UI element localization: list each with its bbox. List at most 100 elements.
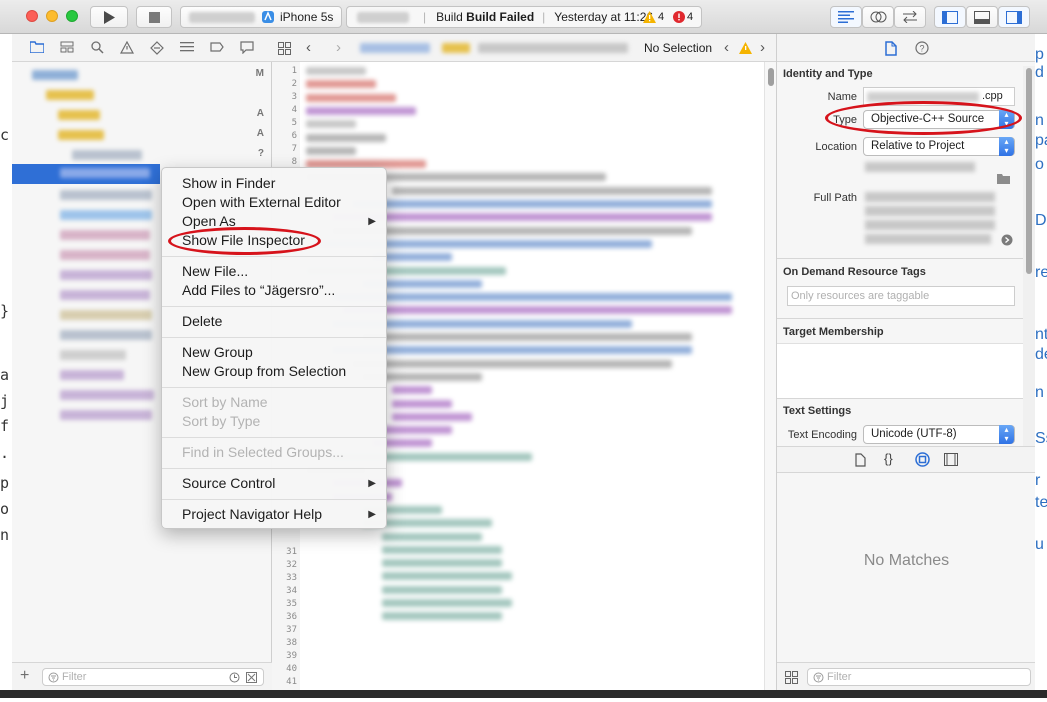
menu-separator: [162, 437, 386, 438]
menu-new-file[interactable]: New File...: [162, 262, 386, 281]
add-icon[interactable]: +: [20, 667, 29, 685]
scm-status-marker: ?: [257, 148, 264, 159]
scroll-thumb[interactable]: [1026, 68, 1032, 274]
code-line-redacted: [306, 80, 376, 89]
navigator-filter-field[interactable]: Filter: [42, 668, 264, 686]
minimize-window-button[interactable]: [46, 10, 58, 22]
previous-issue-icon[interactable]: ‹: [724, 39, 729, 56]
scroll-thumb[interactable]: [768, 68, 774, 86]
target-membership-list[interactable]: [777, 343, 1023, 399]
tree-row-file[interactable]: ?: [12, 146, 272, 164]
file-document-icon[interactable]: [885, 41, 897, 56]
editor-scrollbar[interactable]: [764, 62, 776, 690]
issue-warning-icon[interactable]: [119, 40, 135, 55]
bg-char: p: [1035, 46, 1044, 63]
menu-open-external-editor[interactable]: Open with External Editor: [162, 193, 386, 212]
code-line-redacted: [382, 545, 502, 554]
background-window-left-edge: c } a j f . p o n: [0, 34, 12, 690]
breadcrumb-file-redacted[interactable]: [478, 43, 628, 53]
redacted-text: [58, 130, 104, 140]
help-icon[interactable]: ?: [915, 41, 929, 55]
breadcrumb-group-redacted[interactable]: [442, 43, 470, 53]
issue-warning-icon[interactable]: [739, 42, 752, 54]
redacted-text: [60, 290, 150, 300]
debug-list-icon[interactable]: [180, 41, 194, 55]
library-filter-field[interactable]: Filter: [807, 668, 1031, 686]
tree-row-group[interactable]: A: [12, 126, 272, 144]
line-number: 3: [291, 92, 297, 102]
bg-char: D: [1035, 212, 1047, 229]
related-items-icon[interactable]: [278, 42, 291, 55]
venn-icon: [870, 11, 886, 23]
breadcrumb-selection[interactable]: No Selection: [644, 41, 712, 55]
text-encoding-popup[interactable]: Unicode (UTF-8) ▴ ▾: [863, 425, 1015, 444]
version-editor-button[interactable]: [894, 6, 926, 28]
bg-char: r: [1035, 472, 1041, 489]
menu-add-files[interactable]: Add Files to “Jägersro”...: [162, 281, 386, 300]
toggle-debug-area-button[interactable]: [966, 6, 998, 28]
assistant-editor-button[interactable]: [862, 6, 894, 28]
name-label: Name: [827, 91, 857, 103]
file-template-icon[interactable]: [855, 453, 866, 467]
window-toolbar: iPhone 5s | Build Build Failed | Yesterd…: [0, 0, 1047, 34]
folder-icon[interactable]: [997, 174, 1010, 184]
media-library-icon[interactable]: [944, 453, 958, 466]
menu-delete[interactable]: Delete: [162, 312, 386, 331]
annotation-ring-show-file-inspector: [168, 227, 321, 255]
search-icon[interactable]: [90, 41, 104, 55]
editor-jump-bar: ‹ › No Selection ‹ ›: [272, 34, 776, 62]
stop-icon: [148, 11, 160, 23]
standard-editor-button[interactable]: [830, 6, 862, 28]
test-diamond-icon[interactable]: [150, 41, 164, 55]
menu-project-navigator-help[interactable]: Project Navigator Help ▶: [162, 505, 386, 524]
library-filter-bar: Filter: [777, 662, 1036, 690]
toggle-navigator-button[interactable]: [934, 6, 966, 28]
line-number: 31: [286, 547, 297, 557]
odr-tags-field[interactable]: Only resources are taggable: [787, 286, 1015, 306]
scheme-selector[interactable]: iPhone 5s: [180, 6, 342, 28]
inspector-scrollbar[interactable]: [1023, 66, 1035, 446]
report-bubble-icon[interactable]: [240, 41, 254, 55]
object-library-icon[interactable]: [915, 452, 930, 467]
stop-button[interactable]: [136, 6, 172, 28]
bg-char: te: [1035, 494, 1047, 511]
close-window-button[interactable]: [26, 10, 38, 22]
reveal-in-finder-icon[interactable]: [1001, 234, 1013, 246]
menu-source-control[interactable]: Source Control ▶: [162, 474, 386, 493]
folder-icon[interactable]: [29, 41, 45, 55]
menu-item-label: Find in Selected Groups...: [182, 444, 344, 460]
breadcrumb-project-redacted[interactable]: [360, 43, 430, 53]
line-number: 1: [291, 66, 297, 76]
recent-clock-icon[interactable]: [229, 672, 240, 683]
file-extension: .cpp: [982, 90, 1003, 102]
error-badge[interactable]: 4: [673, 11, 693, 23]
navigator-context-menu: Show in Finder Open with External Editor…: [161, 167, 387, 529]
menu-new-group[interactable]: New Group: [162, 343, 386, 362]
filter-icon: [813, 672, 824, 683]
tree-row-selected-file[interactable]: [12, 164, 160, 184]
run-button[interactable]: [90, 6, 128, 28]
line-number: 5: [291, 118, 297, 128]
menu-show-in-finder[interactable]: Show in Finder: [162, 174, 386, 193]
tree-row-project[interactable]: M: [12, 66, 272, 84]
next-issue-icon[interactable]: ›: [760, 39, 765, 56]
menu-separator: [162, 306, 386, 307]
code-snippet-icon[interactable]: {}: [884, 451, 893, 466]
app-target-icon: [262, 11, 274, 23]
toggle-utilities-button[interactable]: [998, 6, 1030, 28]
breakpoint-icon[interactable]: [210, 41, 224, 55]
symbol-navigator-icon[interactable]: [60, 41, 74, 55]
tree-row-group[interactable]: A: [12, 106, 272, 124]
location-popup[interactable]: Relative to Project ▴ ▾: [863, 137, 1015, 156]
forward-arrow-icon[interactable]: ›: [336, 39, 341, 56]
menu-new-group-from-selection[interactable]: New Group from Selection: [162, 362, 386, 381]
warning-badge[interactable]: 4: [643, 11, 664, 23]
bg-char: n: [0, 526, 10, 544]
zoom-window-button[interactable]: [66, 10, 78, 22]
back-arrow-icon[interactable]: ‹: [306, 39, 311, 56]
scm-filter-icon[interactable]: [246, 672, 257, 683]
tree-row-group[interactable]: [12, 86, 272, 104]
annotation-ring-file-type: [825, 101, 1022, 135]
grid-view-icon[interactable]: [785, 671, 798, 684]
submenu-arrow-icon: ▶: [368, 478, 376, 489]
